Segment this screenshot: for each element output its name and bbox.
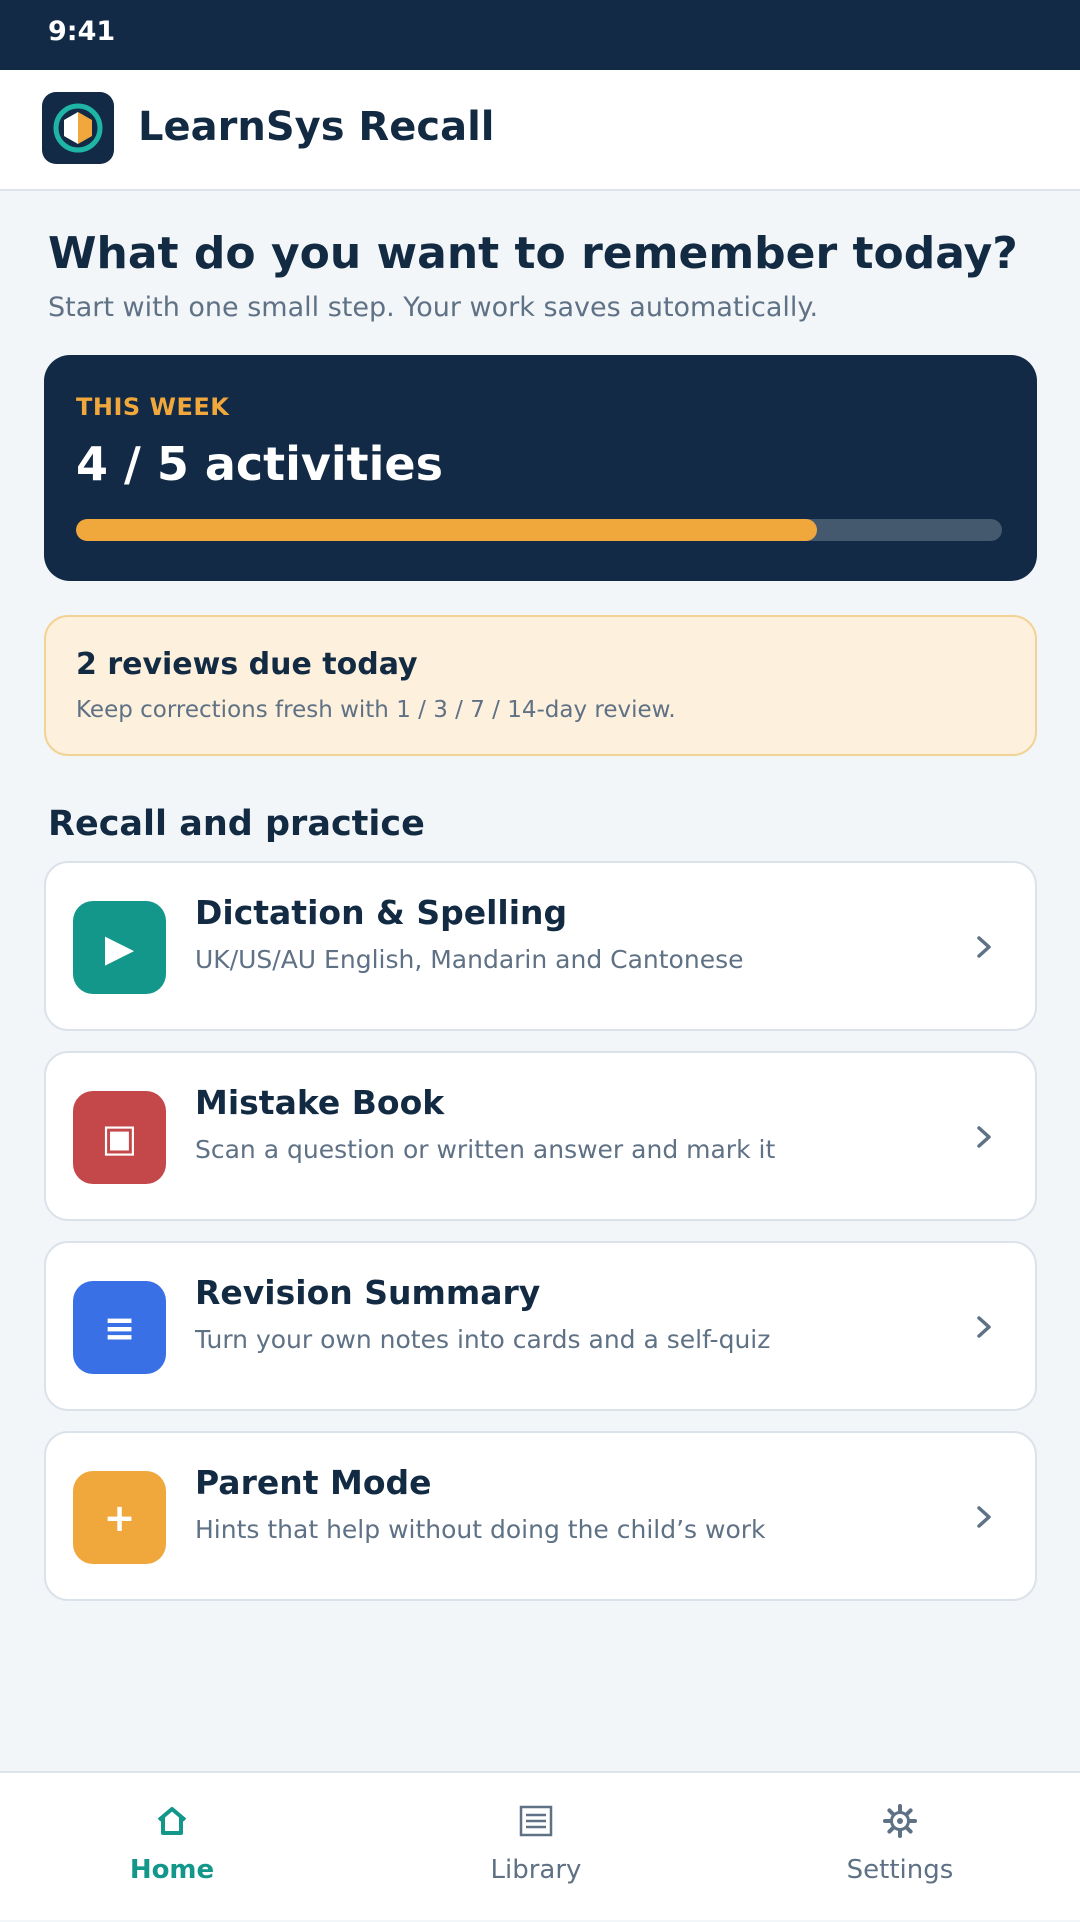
app-title: LearnSys Recall xyxy=(138,104,495,150)
nav-item-library[interactable]: Library xyxy=(436,1773,636,1922)
feature-title: Dictation & Spelling xyxy=(195,893,568,932)
mistake-book-card[interactable]: ▣ Mistake Book Scan a question or writte… xyxy=(44,1051,1037,1221)
feature-title: Parent Mode xyxy=(195,1463,432,1502)
revision-summary-card[interactable]: ≡ Revision Summary Turn your own notes i… xyxy=(44,1241,1037,1411)
play-icon: ▶ xyxy=(73,901,166,994)
chevron-right-icon xyxy=(969,1119,999,1155)
feature-title: Revision Summary xyxy=(195,1273,541,1312)
settings-icon xyxy=(800,1797,1000,1845)
feature-subtitle: Hints that help without doing the child’… xyxy=(195,1515,766,1544)
chevron-right-icon xyxy=(969,1499,999,1535)
page-title: What do you want to remember today? xyxy=(48,228,1018,279)
nav-label: Home xyxy=(129,1855,215,1885)
weekly-progress-card[interactable]: THIS WEEK 4 / 5 activities xyxy=(44,355,1037,581)
chevron-right-icon xyxy=(969,1309,999,1345)
nav-item-home[interactable]: Home xyxy=(72,1773,272,1922)
section-title: Recall and practice xyxy=(48,804,425,844)
weekly-progress-bar xyxy=(76,519,1002,541)
feature-subtitle: Turn your own notes into cards and a sel… xyxy=(195,1325,771,1354)
nav-label: Settings xyxy=(846,1855,954,1885)
status-bar: 9:41 xyxy=(0,0,1080,70)
notes-icon: ≡ xyxy=(73,1281,166,1374)
app-header: LearnSys Recall xyxy=(0,70,1080,191)
feature-title: Mistake Book xyxy=(195,1083,445,1122)
weekly-progress-label: THIS WEEK xyxy=(76,393,230,421)
weekly-progress-value: 4 / 5 activities xyxy=(76,437,444,491)
page-subtitle: Start with one small step. Your work sav… xyxy=(48,292,819,323)
nav-item-settings[interactable]: Settings xyxy=(800,1773,1000,1922)
parent-mode-card[interactable]: + Parent Mode Hints that help without do… xyxy=(44,1431,1037,1601)
plus-icon: + xyxy=(73,1471,166,1564)
feature-subtitle: Scan a question or written answer and ma… xyxy=(195,1135,776,1164)
bottom-nav: Home Library Settings xyxy=(0,1771,1080,1920)
nav-label: Library xyxy=(490,1855,582,1885)
chevron-right-icon xyxy=(969,929,999,965)
reviews-due-title: 2 reviews due today xyxy=(76,647,418,682)
library-icon xyxy=(436,1797,636,1845)
scan-icon: ▣ xyxy=(73,1091,166,1184)
dictation-spelling-card[interactable]: ▶ Dictation & Spelling UK/US/AU English,… xyxy=(44,861,1037,1031)
weekly-progress-fill xyxy=(76,519,817,541)
reviews-due-banner[interactable]: 2 reviews due today Keep corrections fre… xyxy=(44,615,1037,756)
reviews-due-subtitle: Keep corrections fresh with 1 / 3 / 7 / … xyxy=(76,697,676,723)
status-time: 9:41 xyxy=(48,16,116,47)
app-logo-icon xyxy=(42,92,114,164)
feature-subtitle: UK/US/AU English, Mandarin and Cantonese xyxy=(195,945,744,974)
home-icon xyxy=(72,1797,272,1845)
